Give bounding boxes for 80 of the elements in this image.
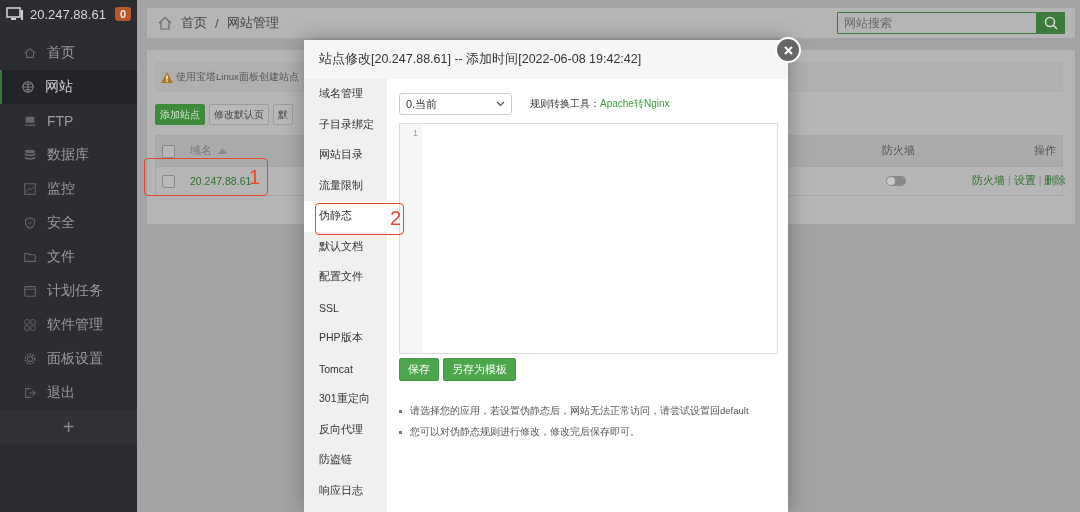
- sidebar-item[interactable]: FTP: [0, 104, 137, 138]
- server-ip: 20.247.88.61: [30, 6, 106, 22]
- sidebar-item[interactable]: 安全: [0, 206, 137, 240]
- converter-link[interactable]: Apache转Nginx: [600, 98, 670, 109]
- converter-label: 规则转换工具：: [530, 98, 600, 109]
- search-button[interactable]: [1037, 12, 1065, 34]
- settings-tab[interactable]: 域名管理: [304, 79, 387, 110]
- server-icon: [6, 7, 24, 21]
- settings-tab[interactable]: Tomcat: [304, 353, 387, 384]
- settings-tab[interactable]: 301重定向: [304, 384, 387, 415]
- monitor-icon: [23, 114, 37, 128]
- action-link[interactable]: 删除: [1044, 174, 1067, 186]
- sidebar-item[interactable]: 退出: [0, 376, 137, 410]
- link-separator: |: [1008, 174, 1011, 186]
- folder-icon: [23, 250, 37, 264]
- close-icon: [783, 45, 793, 55]
- firewall-toggle[interactable]: [886, 176, 906, 186]
- annotation-number: 2: [390, 206, 402, 230]
- globe-icon: [21, 80, 35, 94]
- tip-text: 您可以对伪静态规则进行修改，修改完后保存即可。: [410, 426, 640, 439]
- annotation-number: 1: [249, 165, 261, 189]
- database-icon: [23, 148, 37, 162]
- breadcrumb-separator: /: [215, 15, 219, 31]
- settings-tab[interactable]: 配置文件: [304, 262, 387, 293]
- chevron-down-icon: [496, 101, 505, 107]
- settings-tab[interactable]: 默认文档: [304, 231, 387, 262]
- settings-tab[interactable]: 响应日志: [304, 475, 387, 506]
- notification-badge[interactable]: 0: [114, 7, 131, 21]
- sidebar-item[interactable]: 面板设置: [0, 342, 137, 376]
- settings-tab[interactable]: 网站目录: [304, 140, 387, 171]
- sidebar-item[interactable]: 计划任务: [0, 274, 137, 308]
- action-link[interactable]: 防火墙: [972, 174, 1005, 186]
- settings-tab[interactable]: 反向代理: [304, 414, 387, 445]
- code-editor[interactable]: 1: [399, 123, 778, 354]
- rule-select[interactable]: 0.当前: [399, 93, 512, 115]
- home-icon[interactable]: [157, 15, 173, 31]
- sidebar-item[interactable]: 监控: [0, 172, 137, 206]
- toolbar-button[interactable]: 默: [273, 104, 293, 125]
- bullet-icon: [399, 410, 402, 413]
- dialog-title: 站点修改[20.247.88.61] -- 添加时间[2022-06-08 19:42:42]: [319, 51, 642, 68]
- domain-link[interactable]: 20.247.88.61: [190, 175, 252, 187]
- logout-icon: [23, 386, 37, 400]
- breadcrumb-link[interactable]: 首页: [181, 14, 207, 32]
- bullet-icon: [399, 431, 402, 434]
- settings-tab[interactable]: 伪静态: [304, 201, 387, 232]
- link-separator: |: [1038, 174, 1042, 186]
- sidebar-item[interactable]: 数据库: [0, 138, 137, 172]
- sidebar-item[interactable]: 首页: [0, 36, 137, 70]
- line-number: 1: [412, 128, 418, 138]
- calendar-icon: [23, 284, 37, 298]
- select-all-checkbox[interactable]: [162, 144, 175, 158]
- sidebar-item[interactable]: 软件管理: [0, 308, 137, 342]
- gear-icon: [23, 352, 37, 366]
- breadcrumb-current: 网站管理: [226, 14, 279, 32]
- shield-icon: [23, 216, 37, 230]
- notice-text: 使用宝塔Linux面板创建站点: [176, 70, 299, 84]
- add-button[interactable]: +: [62, 415, 75, 439]
- settings-tab[interactable]: 子目录绑定: [304, 109, 387, 140]
- settings-tab[interactable]: SSL: [304, 292, 387, 323]
- sidebar-item[interactable]: 网站: [0, 70, 137, 104]
- tip-text: 请选择您的应用，若设置伪静态后，网站无法正常访问，请尝试设置回default: [410, 405, 749, 418]
- column-header: 操作: [1033, 144, 1056, 158]
- action-button[interactable]: 保存: [399, 358, 439, 381]
- settings-tab[interactable]: PHP版本: [304, 323, 387, 354]
- chart-icon: [23, 182, 37, 196]
- search-field[interactable]: 网站搜索: [837, 12, 1037, 34]
- action-link[interactable]: 设置: [1013, 174, 1036, 186]
- home-icon: [23, 46, 37, 60]
- toolbar-button[interactable]: 添加站点: [155, 104, 205, 125]
- warning-icon: [161, 71, 173, 83]
- action-button[interactable]: 另存为模板: [443, 358, 516, 381]
- settings-tab[interactable]: 流量限制: [304, 170, 387, 201]
- settings-tab[interactable]: 防盗链: [304, 445, 387, 476]
- sort-up-icon[interactable]: [218, 148, 227, 154]
- grid-icon: [23, 318, 37, 332]
- row-checkbox[interactable]: [162, 174, 175, 188]
- search-icon: [1044, 16, 1058, 30]
- column-header: 防火墙: [882, 144, 916, 158]
- sidebar-item[interactable]: 文件: [0, 240, 137, 274]
- toolbar-button[interactable]: 修改默认页: [209, 104, 269, 125]
